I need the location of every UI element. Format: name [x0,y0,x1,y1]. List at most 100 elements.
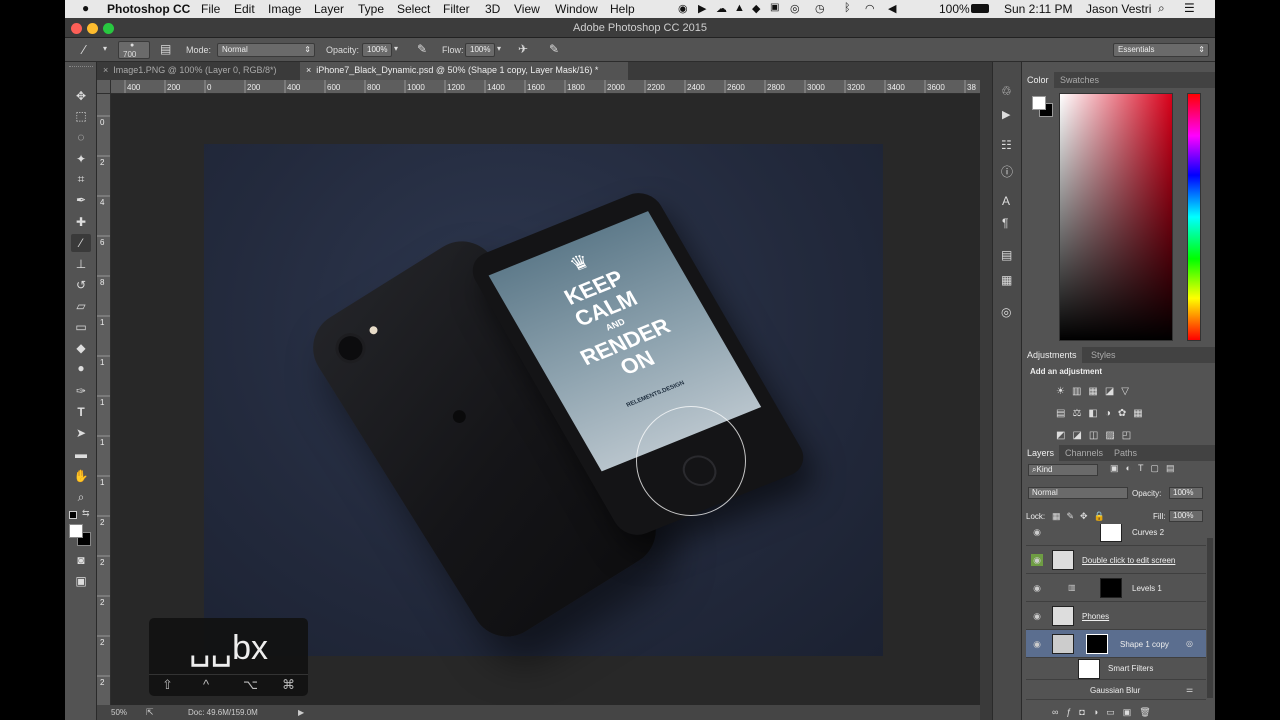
healing-brush-tool-icon[interactable]: ✚ [71,213,91,231]
close-tab-icon[interactable]: × [306,65,311,75]
lasso-tool-icon[interactable]: ◌ [71,128,91,146]
export-icon[interactable]: ⇱ [146,707,154,718]
layers-scrollbar[interactable] [1207,538,1213,698]
lock-icons[interactable]: ▦✎✥🔒 [1052,511,1111,522]
libraries-panel-icon[interactable]: ◎ [1001,305,1011,319]
vertical-ruler[interactable]: 0 2 4 6 8 1 1 1 1 1 2 2 2 2 2 [97,94,111,705]
zoom-level[interactable]: 50% [111,708,127,717]
menu-help[interactable]: Help [610,2,635,16]
menu-layer[interactable]: Layer [314,2,344,16]
filter-blending-options-icon[interactable]: ⚌ [1186,685,1193,694]
tab-styles[interactable]: Styles [1086,347,1121,363]
brush-tool-icon[interactable]: ⁄ [71,234,91,252]
menu-edit[interactable]: Edit [234,2,255,16]
tab-swatches[interactable]: Swatches [1055,72,1104,88]
menu-filter[interactable]: Filter [443,2,470,16]
layer-shape-1-copy[interactable]: ◉ Shape 1 copy ◎ [1026,630,1206,658]
visibility-eye-icon[interactable]: ◉ [1031,582,1043,594]
hand-tool-icon[interactable]: ✋ [71,467,91,485]
pressure-size-icon[interactable]: ✎ [549,42,559,56]
default-colors-icon[interactable] [69,511,77,519]
tab-iphone7[interactable]: × iPhone7_Black_Dynamic.psd @ 50% (Shape … [300,62,628,80]
play-icon[interactable]: ▶ [698,2,706,15]
menu-type[interactable]: Type [358,2,384,16]
history-panel-icon[interactable]: ♲ [1001,84,1012,98]
canvas-pasteboard[interactable]: ● ♛ KEEP CALM AND RENDER ON RELEMENTS.DE… [111,94,980,705]
swap-colors-icon[interactable]: ⇆ [82,508,90,519]
foreground-color-swatch[interactable] [69,524,83,538]
zoom-tool-icon[interactable]: ⌕ [71,488,91,506]
creative-cloud-icon[interactable]: ◎ [790,2,800,15]
hue-slider[interactable] [1187,93,1201,341]
properties-panel-icon[interactable]: ☷ [1001,138,1012,152]
path-selection-tool-icon[interactable]: ➤ [71,424,91,442]
color-field[interactable] [1059,93,1173,341]
panel-grip[interactable] [69,66,93,70]
vertical-scrollbar[interactable] [980,80,992,720]
adjustment-row-2[interactable]: ▤⚖◧◑✿▦ [1056,403,1176,425]
blend-mode-select[interactable]: Normal [1028,487,1128,499]
layers-footer-icons[interactable]: ∞ƒ◘◑▭▣🗑 [1052,707,1159,718]
layer-phones[interactable]: ◉ Phones [1026,602,1206,630]
rectangle-tool-icon[interactable]: ▬ [71,445,91,463]
marquee-tool-icon[interactable]: ⬚ [71,107,91,125]
flow-field[interactable]: 100% [465,43,495,57]
tab-adjustments[interactable]: Adjustments [1022,347,1082,363]
pressure-opacity-icon[interactable]: ✎ [417,42,427,56]
info-panel-icon[interactable]: ⓘ [1001,163,1013,180]
tab-paths[interactable]: Paths [1109,445,1142,461]
spotlight-search-icon[interactable]: ⌕ [1158,1,1165,16]
notification-center-icon[interactable]: ☰ [1184,1,1195,15]
visibility-eye-icon[interactable]: ◉ [1031,610,1043,622]
dropbox-icon[interactable]: ◆ [752,2,760,15]
box-icon[interactable]: ▣ [770,2,779,13]
quick-mask-icon[interactable]: ◙ [71,551,91,569]
brush-tool-preset-icon[interactable]: ⁄ [83,42,85,57]
clone-stamp-tool-icon[interactable]: ⊥ [71,255,91,273]
adjustment-row-1[interactable]: ☀▥▦◪▽ [1056,381,1176,403]
paragraph-panel-icon[interactable]: ¶ [1002,216,1008,230]
magic-wand-tool-icon[interactable]: ✦ [71,150,91,168]
bluetooth-icon[interactable]: ᛒ [844,2,851,14]
record-icon[interactable]: ◉ [678,2,688,15]
time-machine-icon[interactable]: ◷ [815,2,825,15]
dodge-tool-icon[interactable]: ● [71,359,91,377]
screen-mode-icon[interactable]: ▣ [71,572,91,590]
tab-image1[interactable]: × Image1.PNG @ 100% (Layer 0, RGB/8*) [97,62,300,80]
tab-channels[interactable]: Channels [1060,445,1108,461]
layer-curves-2[interactable]: ◉ Curves 2 [1026,524,1206,546]
brush-panel-toggle-icon[interactable]: ▤ [160,42,171,56]
visibility-eye-icon[interactable]: ◉ [1031,554,1043,566]
airbrush-icon[interactable]: ✈ [518,42,528,56]
tab-color[interactable]: Color [1022,72,1054,88]
volume-icon[interactable]: ◀ [888,2,896,15]
adjustment-row-3[interactable]: ◩◪◫▨◰ [1056,425,1176,447]
layer-filter-select[interactable]: ⌕Kind [1028,464,1098,476]
flow-slider-toggle-icon[interactable]: ▾ [497,44,501,53]
workspace-switcher[interactable]: Essentials ⇕ [1113,43,1209,57]
type-tool-icon[interactable]: T [71,403,91,421]
wifi-icon[interactable]: ◠ [865,2,875,15]
visibility-eye-icon[interactable]: ◉ [1031,638,1043,650]
ruler-origin[interactable] [97,80,111,94]
move-tool-icon[interactable]: ✥ [71,87,91,105]
battery-percent[interactable]: 100% [939,2,970,16]
layer-filter-icons[interactable]: ▣◐T▢▤ [1110,463,1181,474]
close-tab-icon[interactable]: × [103,65,108,75]
app-name-menu[interactable]: Photoshop CC [107,2,190,16]
menu-view[interactable]: View [514,2,540,16]
opacity-field[interactable]: 100% [362,43,392,57]
blur-tool-icon[interactable]: ◆ [71,339,91,357]
color-foreground-swatch[interactable] [1032,96,1046,110]
mode-select[interactable]: Normal ⇕ [217,43,315,57]
layer-opacity-field[interactable]: 100% [1169,487,1203,499]
eyedropper-tool-icon[interactable]: ✒ [71,191,91,209]
eraser-tool-icon[interactable]: ▱ [71,297,91,315]
brush-size-picker[interactable]: ● 700 [118,41,150,59]
drive-icon[interactable]: ▲ [734,2,745,14]
layer-gaussian-blur[interactable]: Gaussian Blur ⚌ [1026,680,1206,700]
layer-smart-filters[interactable]: Smart Filters [1026,658,1206,680]
menu-file[interactable]: File [201,2,220,16]
horizontal-ruler[interactable]: 400 200 0 200 400 600 800 1000 1200 1400 1600 1800 2… [97,80,980,94]
notes-panel-icon[interactable]: ▦ [1001,273,1012,287]
